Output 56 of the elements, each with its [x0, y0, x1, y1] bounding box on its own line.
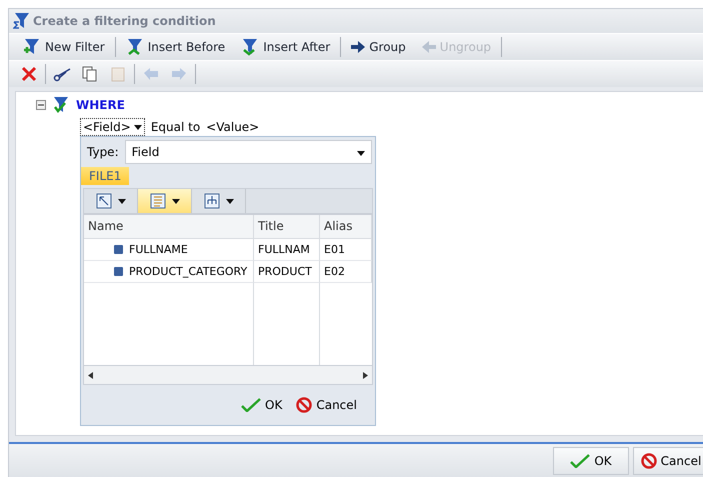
window-title: Create a filtering condition	[33, 14, 217, 28]
undo-icon	[143, 67, 159, 81]
arrow-left-icon	[422, 41, 436, 53]
no-entry-icon	[640, 453, 657, 469]
value-label[interactable]: <Value>	[206, 120, 260, 134]
no-entry-icon	[296, 397, 312, 413]
diagram-icon	[96, 193, 112, 209]
funnel-icon	[241, 38, 260, 56]
type-label: Type:	[87, 145, 119, 159]
redo-icon	[171, 67, 187, 81]
delete-icon	[21, 66, 37, 82]
table-cell: E02	[320, 261, 372, 283]
table-cell: PRODUCT_CATEGORY	[84, 261, 254, 283]
tree-node-label[interactable]: WHERE	[76, 98, 125, 112]
cancel-button[interactable]: Cancel	[294, 395, 359, 415]
ok-button[interactable]: OK	[239, 396, 284, 414]
paste-icon	[110, 66, 126, 82]
table-cell: E01	[320, 239, 372, 261]
copy-icon	[82, 66, 98, 82]
file-tab[interactable]: FILE1	[81, 167, 130, 185]
toolbar-button[interactable]: Group	[343, 35, 414, 59]
field-icon	[114, 245, 123, 254]
collapse-icon[interactable]	[36, 100, 46, 110]
caret-icon	[226, 198, 234, 204]
hierarchy-icon	[204, 193, 220, 209]
field-icon	[114, 267, 123, 276]
column-header[interactable]: Name	[84, 215, 254, 239]
horizontal-scrollbar[interactable]	[83, 366, 373, 385]
type-select[interactable]: Field	[124, 140, 372, 164]
column-header[interactable]: Title	[254, 215, 320, 239]
view-button[interactable]	[138, 189, 192, 213]
caret-icon	[134, 124, 142, 130]
caret-icon	[357, 151, 365, 156]
table-cell: PRODUCT	[254, 261, 320, 283]
operator-label[interactable]: Equal to	[150, 120, 200, 134]
toolbar-button[interactable]: New Filter	[15, 35, 113, 59]
toolbar-button[interactable]: Insert After	[233, 35, 338, 59]
table-cell: FULLNAM	[254, 239, 320, 261]
caret-icon	[118, 198, 126, 204]
funnel-sigma-icon	[13, 12, 31, 30]
check-icon	[241, 398, 262, 412]
ok-button[interactable]: OK	[553, 447, 629, 475]
scroll-left-icon[interactable]	[88, 372, 93, 378]
table-cell: FULLNAME	[84, 239, 254, 261]
check-icon	[570, 454, 590, 468]
cancel-button[interactable]: Cancel	[633, 447, 703, 475]
caret-icon	[172, 198, 180, 204]
toolbar-button[interactable]: Insert Before	[118, 35, 234, 59]
funnel-plus-icon	[23, 38, 41, 56]
list-icon	[150, 193, 166, 209]
arrow-right-icon	[351, 41, 366, 53]
funnel-icon	[126, 38, 144, 56]
scroll-right-icon[interactable]	[363, 372, 368, 378]
field-dropdown[interactable]: <Field>	[80, 118, 145, 136]
funnel-check-icon	[52, 96, 70, 114]
column-header[interactable]: Alias	[320, 215, 372, 239]
